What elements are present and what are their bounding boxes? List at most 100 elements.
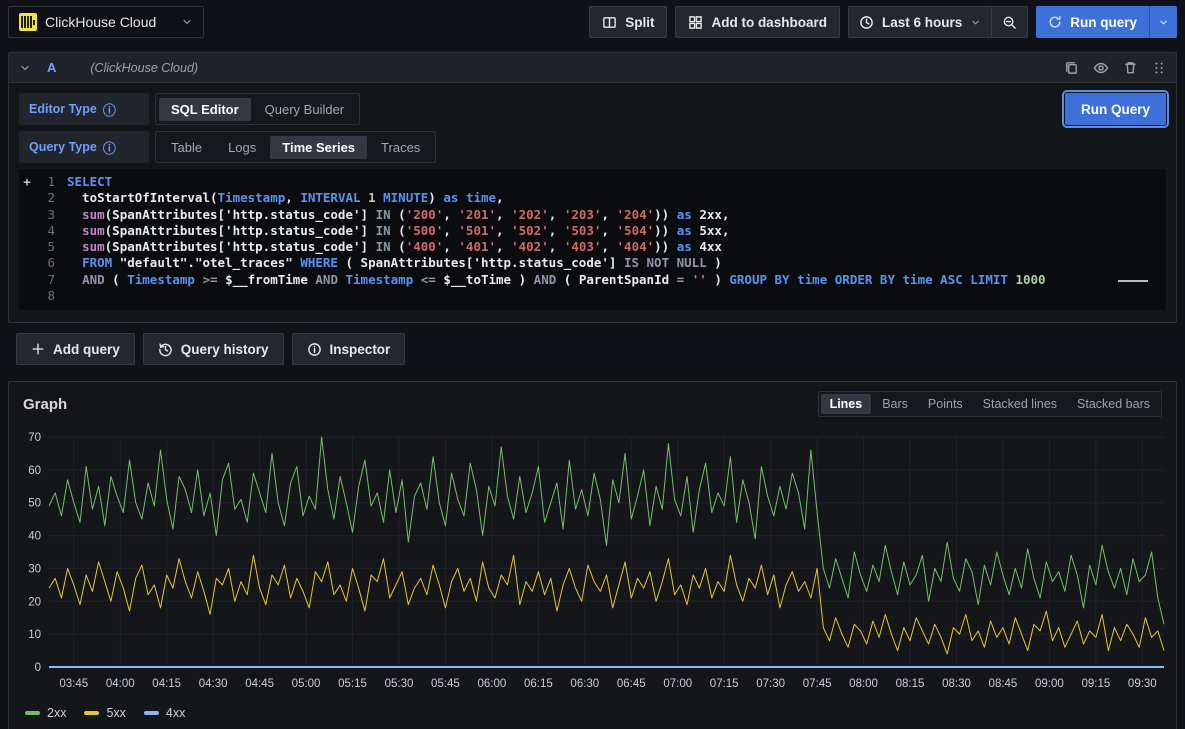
x-tick-label: 06:15 [524, 678, 553, 690]
x-tick-label: 05:45 [431, 678, 460, 690]
legend-swatch [144, 711, 159, 715]
sql-line-8[interactable]: 8 [19, 288, 1166, 304]
query-type-option-time-series[interactable]: Time Series [270, 136, 367, 159]
x-tick-label: 04:45 [245, 678, 274, 690]
editor-type-radiogroup: SQL EditorQuery Builder [155, 93, 360, 125]
x-tick-label: 07:45 [803, 678, 832, 690]
legend-item-5xx[interactable]: 5xx [84, 706, 125, 720]
query-datasource-hint: (ClickHouse Cloud) [90, 61, 198, 75]
graph-style-option-lines[interactable]: Lines [821, 394, 872, 414]
x-tick-label: 04:15 [152, 678, 181, 690]
legend-item-2xx[interactable]: 2xx [25, 706, 66, 720]
x-tick-label: 06:45 [617, 678, 646, 690]
drag-handle-icon[interactable] [1152, 61, 1166, 75]
y-tick-label: 50 [28, 498, 41, 510]
inspector-button[interactable]: Inspector [292, 333, 406, 365]
query-history-label: Query history [181, 342, 269, 357]
sql-code-editor[interactable]: +1SELECT2 toStartOfInterval(Timestamp, I… [19, 169, 1166, 310]
x-tick-label: 04:00 [106, 678, 135, 690]
sql-line-4[interactable]: 4 sum(SpanAttributes['http.status_code']… [19, 223, 1166, 239]
sql-line-6[interactable]: 6 FROM "default"."otel_traces" WHERE ( S… [19, 255, 1166, 271]
y-tick-label: 10 [28, 630, 41, 642]
info-circle-icon[interactable]: ⓘ [103, 100, 116, 119]
zoom-out-time-button[interactable] [992, 7, 1027, 37]
zoom-out-icon [1002, 15, 1017, 30]
query-history-button[interactable]: Query history [143, 333, 284, 365]
x-tick-label: 09:30 [1128, 678, 1157, 690]
series-line-5xx[interactable] [49, 556, 1164, 655]
run-query-dropdown[interactable] [1150, 6, 1177, 38]
copy-icon[interactable] [1064, 60, 1079, 75]
sql-line-5[interactable]: 5 sum(SpanAttributes['http.status_code']… [19, 239, 1166, 255]
sql-line-3[interactable]: 3 sum(SpanAttributes['http.status_code']… [19, 207, 1166, 223]
legend-label: 2xx [47, 706, 66, 720]
x-tick-label: 07:15 [710, 678, 739, 690]
collapse-chevron-icon[interactable] [19, 62, 31, 74]
x-tick-label: 06:30 [570, 678, 599, 690]
eye-icon[interactable] [1093, 60, 1109, 76]
editor-type-option-sql-editor[interactable]: SQL Editor [159, 98, 251, 121]
graph-style-radiogroup: LinesBarsPointsStacked linesStacked bars [818, 391, 1162, 417]
run-query-button[interactable]: Run query [1036, 6, 1149, 38]
graph-style-option-stacked-lines[interactable]: Stacked lines [974, 394, 1066, 414]
split-panes-icon [602, 15, 617, 30]
sql-line-7[interactable]: 7 AND ( Timestamp >= $__fromTime AND Tim… [19, 272, 1166, 288]
graph-style-option-points[interactable]: Points [919, 394, 972, 414]
series-line-2xx[interactable] [49, 437, 1164, 624]
chart-legend: 2xx 5xx 4xx [9, 704, 1176, 729]
chevron-down-icon [970, 17, 981, 28]
editor-type-field-label: Editor Type ⓘ [19, 93, 149, 125]
graph-style-option-stacked-bars[interactable]: Stacked bars [1068, 394, 1159, 414]
y-tick-label: 40 [28, 531, 41, 543]
editor-type-option-query-builder[interactable]: Query Builder [253, 98, 356, 121]
y-tick-label: 20 [28, 597, 41, 609]
add-query-button[interactable]: Add query [16, 333, 135, 365]
query-type-option-table[interactable]: Table [159, 136, 214, 159]
y-tick-label: 0 [35, 662, 41, 674]
sync-icon [1048, 15, 1062, 29]
x-tick-label: 07:00 [663, 678, 692, 690]
query-editor-panel: A (ClickHouse Cloud) Run Query Editor Ty… [8, 52, 1177, 323]
query-type-option-traces[interactable]: Traces [369, 136, 432, 159]
legend-swatch [84, 711, 99, 715]
x-tick-label: 08:15 [896, 678, 925, 690]
explore-actions: Add query Query history Inspector [16, 333, 1169, 365]
datasource-picker[interactable]: ClickHouse Cloud [8, 6, 204, 38]
split-label: Split [625, 15, 654, 30]
text-cursor [1118, 280, 1148, 282]
query-type-option-logs[interactable]: Logs [216, 136, 268, 159]
datasource-name: ClickHouse Cloud [45, 14, 173, 30]
y-tick-label: 70 [28, 432, 41, 444]
legend-label: 4xx [166, 706, 185, 720]
legend-label: 5xx [106, 706, 125, 720]
line-number: 3 [19, 207, 67, 223]
x-tick-label: 03:45 [59, 678, 88, 690]
x-tick-label: 06:00 [478, 678, 507, 690]
run-query-editor-button[interactable]: Run Query [1065, 93, 1166, 125]
clock-icon [859, 15, 874, 30]
split-button[interactable]: Split [589, 6, 667, 38]
query-ref-id: A [47, 60, 56, 75]
time-series-chart[interactable]: 01020304050607003:4504:0004:1504:3004:45… [9, 421, 1176, 704]
graph-style-option-bars[interactable]: Bars [873, 394, 917, 414]
clickhouse-logo-icon [19, 13, 37, 31]
chart-canvas[interactable]: 01020304050607003:4504:0004:1504:3004:45… [13, 423, 1174, 699]
add-to-dashboard-label: Add to dashboard [711, 15, 827, 30]
line-number: 8 [19, 288, 67, 304]
apps-grid-icon [688, 15, 703, 30]
legend-swatch [25, 711, 40, 715]
trash-icon[interactable] [1123, 60, 1138, 75]
query-row-header[interactable]: A (ClickHouse Cloud) [9, 53, 1176, 83]
x-tick-label: 04:30 [199, 678, 228, 690]
chevron-down-icon [1158, 17, 1169, 28]
sql-line-1[interactable]: +1SELECT [19, 174, 1166, 190]
line-number: 5 [19, 239, 67, 255]
sql-line-2[interactable]: 2 toStartOfInterval(Timestamp, INTERVAL … [19, 190, 1166, 206]
add-to-dashboard-button[interactable]: Add to dashboard [675, 6, 840, 38]
time-range-button[interactable]: Last 6 hours [849, 7, 991, 37]
line-number: 4 [19, 223, 67, 239]
info-circle-icon[interactable]: ⓘ [103, 138, 116, 157]
run-query-label: Run query [1070, 15, 1137, 30]
legend-item-4xx[interactable]: 4xx [144, 706, 185, 720]
x-tick-label: 08:30 [942, 678, 971, 690]
